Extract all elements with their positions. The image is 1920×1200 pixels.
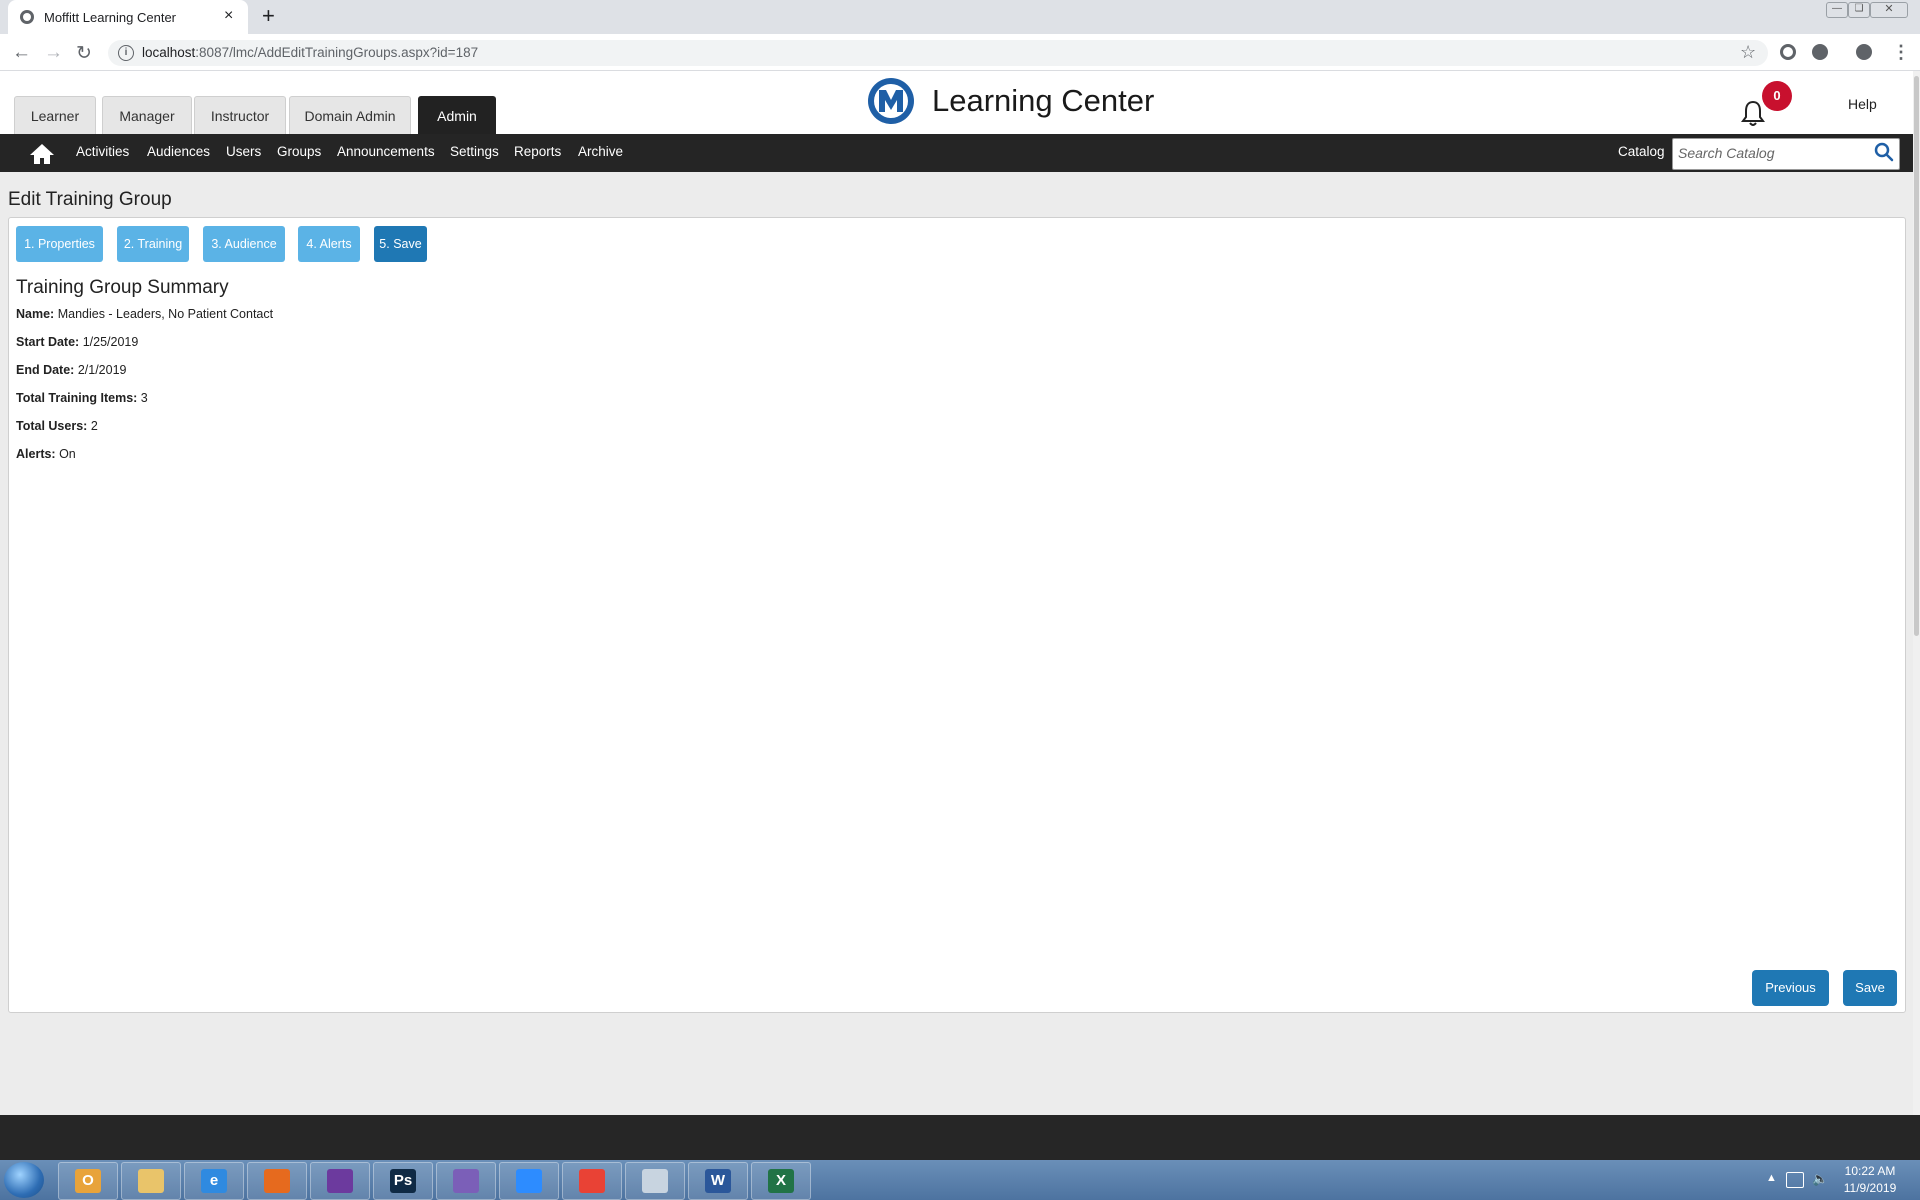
visual-studio-purple-icon [453, 1169, 479, 1193]
profile-icon[interactable] [1856, 44, 1872, 60]
outlook-icon: O [75, 1169, 101, 1193]
visual-studio-icon [327, 1169, 353, 1193]
search-catalog-input[interactable] [1678, 142, 1868, 164]
windows-start-icon[interactable] [4, 1162, 44, 1198]
taskbar-app-button[interactable]: e [184, 1162, 244, 1200]
taskbar-app-button[interactable] [247, 1162, 307, 1200]
nav-archive[interactable]: Archive [578, 144, 623, 159]
step-properties[interactable]: 1. Properties [16, 226, 103, 262]
nav-reports[interactable]: Reports [514, 144, 561, 159]
nav-audiences[interactable]: Audiences [147, 144, 210, 159]
taskbar-app-button[interactable] [121, 1162, 181, 1200]
save-button[interactable]: Save [1843, 970, 1897, 1006]
wizard-panel [8, 217, 1906, 1013]
new-tab-button[interactable]: + [262, 3, 275, 29]
close-tab-icon[interactable]: × [224, 7, 233, 25]
step-alerts[interactable]: 4. Alerts [298, 226, 360, 262]
back-arrow-icon[interactable]: ← [12, 42, 31, 64]
moffitt-logo-icon [868, 78, 914, 124]
excel-icon: X [768, 1169, 794, 1193]
step-save[interactable]: 5. Save [374, 226, 427, 262]
taskbar-app-button[interactable] [562, 1162, 622, 1200]
restore-window-button[interactable]: ❏ [1848, 2, 1870, 18]
forward-arrow-icon[interactable]: → [44, 42, 63, 64]
help-link[interactable]: Help [1848, 96, 1877, 112]
extension-w-icon[interactable] [1812, 44, 1828, 60]
app-title: Learning Center [932, 83, 1155, 118]
role-tab-domain-admin[interactable]: Domain Admin [289, 96, 411, 135]
role-tab-manager[interactable]: Manager [102, 96, 192, 135]
taskbar-app-button[interactable] [310, 1162, 370, 1200]
nav-groups[interactable]: Groups [277, 144, 321, 159]
nav-settings[interactable]: Settings [450, 144, 499, 159]
summary-heading: Training Group Summary [16, 277, 229, 298]
field-end-date: End Date: 2/1/2019 [16, 363, 127, 377]
search-icon[interactable] [1874, 142, 1894, 162]
volume-icon[interactable]: 🔈 [1812, 1171, 1828, 1187]
clock-date[interactable]: 11/9/2019 [1840, 1181, 1900, 1195]
snipping-tool-icon [642, 1169, 668, 1193]
home-icon[interactable] [28, 142, 56, 166]
catalog-link[interactable]: Catalog [1618, 144, 1665, 159]
photoshop-icon: Ps [390, 1169, 416, 1193]
taskbar-app-button[interactable]: O [58, 1162, 118, 1200]
tray-expand-icon[interactable]: ▲ [1766, 1172, 1777, 1184]
previous-button[interactable]: Previous [1752, 970, 1829, 1006]
extension-icon[interactable] [1780, 44, 1796, 60]
globe-icon [20, 10, 34, 24]
network-icon[interactable] [1786, 1172, 1804, 1188]
role-tab-instructor[interactable]: Instructor [194, 96, 286, 135]
field-total-training-items: Total Training Items: 3 [16, 391, 148, 405]
url-text[interactable]: localhost:8087/lmc/AddEditTrainingGroups… [142, 45, 478, 60]
firefox-icon [264, 1169, 290, 1193]
taskbar-app-button[interactable]: Ps [373, 1162, 433, 1200]
bookmark-star-icon[interactable]: ☆ [1740, 42, 1756, 63]
word-icon: W [705, 1169, 731, 1193]
role-tab-learner[interactable]: Learner [14, 96, 96, 135]
file-explorer-icon [138, 1169, 164, 1193]
nav-announcements[interactable]: Announcements [337, 144, 435, 159]
taskbar-app-button[interactable] [625, 1162, 685, 1200]
taskbar-app-button[interactable]: X [751, 1162, 811, 1200]
minimize-window-button[interactable]: — [1826, 2, 1848, 18]
nav-users[interactable]: Users [226, 144, 261, 159]
taskbar-app-button[interactable]: W [688, 1162, 748, 1200]
field-total-users: Total Users: 2 [16, 419, 98, 433]
chrome-icon [579, 1169, 605, 1193]
browser-tab[interactable]: Moffitt Learning Center × [8, 0, 248, 34]
step-training[interactable]: 2. Training [117, 226, 189, 262]
page-title: Edit Training Group [8, 189, 172, 210]
field-alerts: Alerts: On [16, 447, 76, 461]
role-tab-admin[interactable]: Admin [418, 96, 496, 135]
notification-count-badge[interactable]: 0 [1762, 81, 1792, 111]
field-start-date: Start Date: 1/25/2019 [16, 335, 139, 349]
internet-explorer-icon: e [201, 1169, 227, 1193]
site-info-icon[interactable]: i [118, 45, 134, 61]
browser-menu-icon[interactable]: ⋮ [1892, 42, 1910, 63]
notification-bell-icon[interactable] [1740, 99, 1766, 127]
reload-icon[interactable]: ↻ [76, 42, 92, 65]
step-audience[interactable]: 3. Audience [203, 226, 285, 262]
page-footer-band [0, 1115, 1920, 1160]
scrollbar-thumb[interactable] [1914, 76, 1919, 636]
zoom-icon [516, 1169, 542, 1193]
browser-tabstrip [0, 0, 1920, 34]
taskbar-app-button[interactable] [499, 1162, 559, 1200]
taskbar-app-button[interactable] [436, 1162, 496, 1200]
nav-activities[interactable]: Activities [76, 144, 129, 159]
clock-time[interactable]: 10:22 AM [1840, 1164, 1900, 1178]
close-window-button[interactable]: ✕ [1870, 2, 1908, 18]
tab-title: Moffitt Learning Center [44, 10, 176, 25]
field-name: Name: Mandies - Leaders, No Patient Cont… [16, 307, 274, 321]
